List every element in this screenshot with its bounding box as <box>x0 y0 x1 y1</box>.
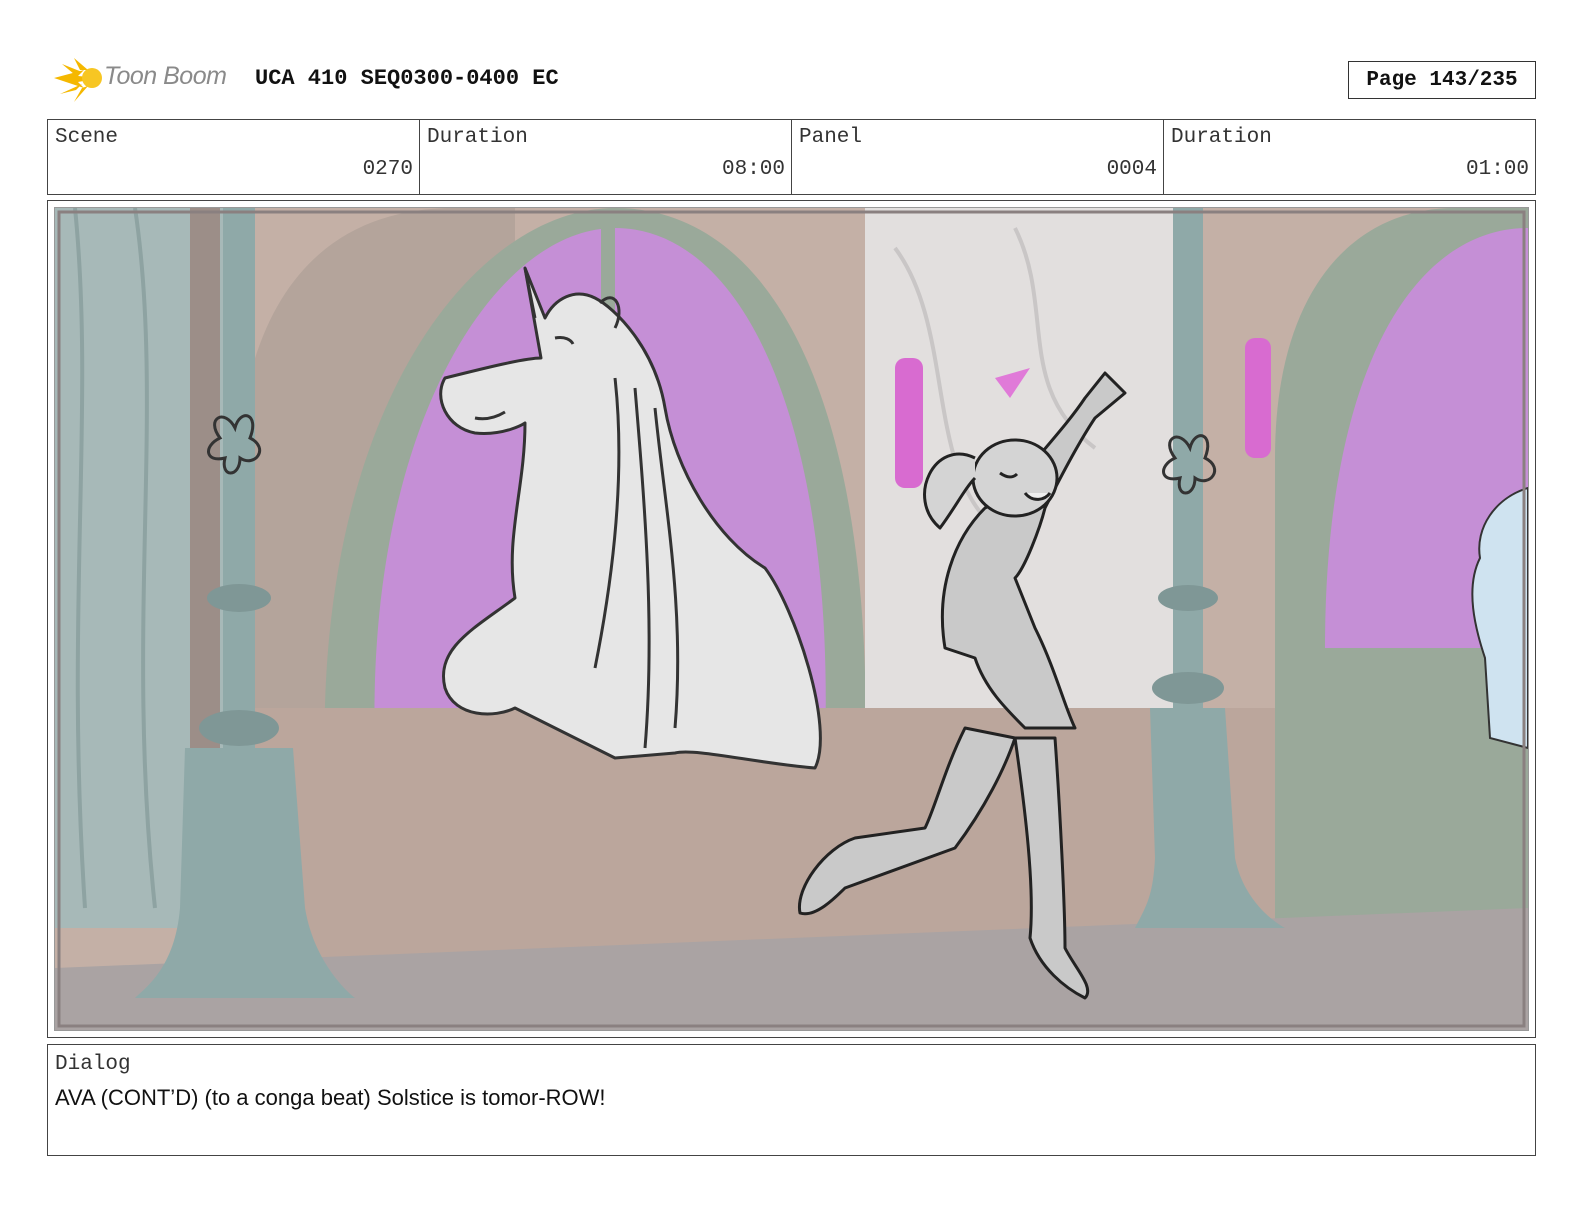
scene-duration-label: Duration <box>427 126 528 149</box>
storyboard-frame <box>47 200 1536 1038</box>
dialog-text: AVA (CONT’D) (to a conga beat) Solstice … <box>55 1085 606 1110</box>
panel-cell: Panel 0004 <box>792 120 1164 194</box>
page-number: Page 143/235 <box>1348 61 1536 99</box>
scene-value: 0270 <box>362 158 413 181</box>
storyboard-image <box>54 207 1529 1031</box>
panel-info-row: Scene 0270 Duration 08:00 Panel 0004 Dur… <box>47 119 1536 195</box>
panel-value: 0004 <box>1106 158 1157 181</box>
scene-cell: Scene 0270 <box>48 120 420 194</box>
scene-duration-value: 08:00 <box>721 158 785 181</box>
scene-duration-cell: Duration 08:00 <box>420 120 792 194</box>
logo-text: Toon Boom <box>104 62 227 90</box>
storyboard-drawing <box>55 208 1528 1030</box>
panel-duration-cell: Duration 01:00 <box>1164 120 1535 194</box>
scene-label: Scene <box>55 126 119 149</box>
dialog-label: Dialog <box>55 1053 131 1076</box>
dialog-box: Dialog AVA (CONT’D) (to a conga beat) So… <box>47 1044 1536 1156</box>
panel-label: Panel <box>799 126 863 149</box>
document-title: UCA 410 SEQ0300-0400 EC <box>255 66 559 91</box>
panel-duration-label: Duration <box>1171 126 1272 149</box>
panel-duration-value: 01:00 <box>1465 158 1529 181</box>
